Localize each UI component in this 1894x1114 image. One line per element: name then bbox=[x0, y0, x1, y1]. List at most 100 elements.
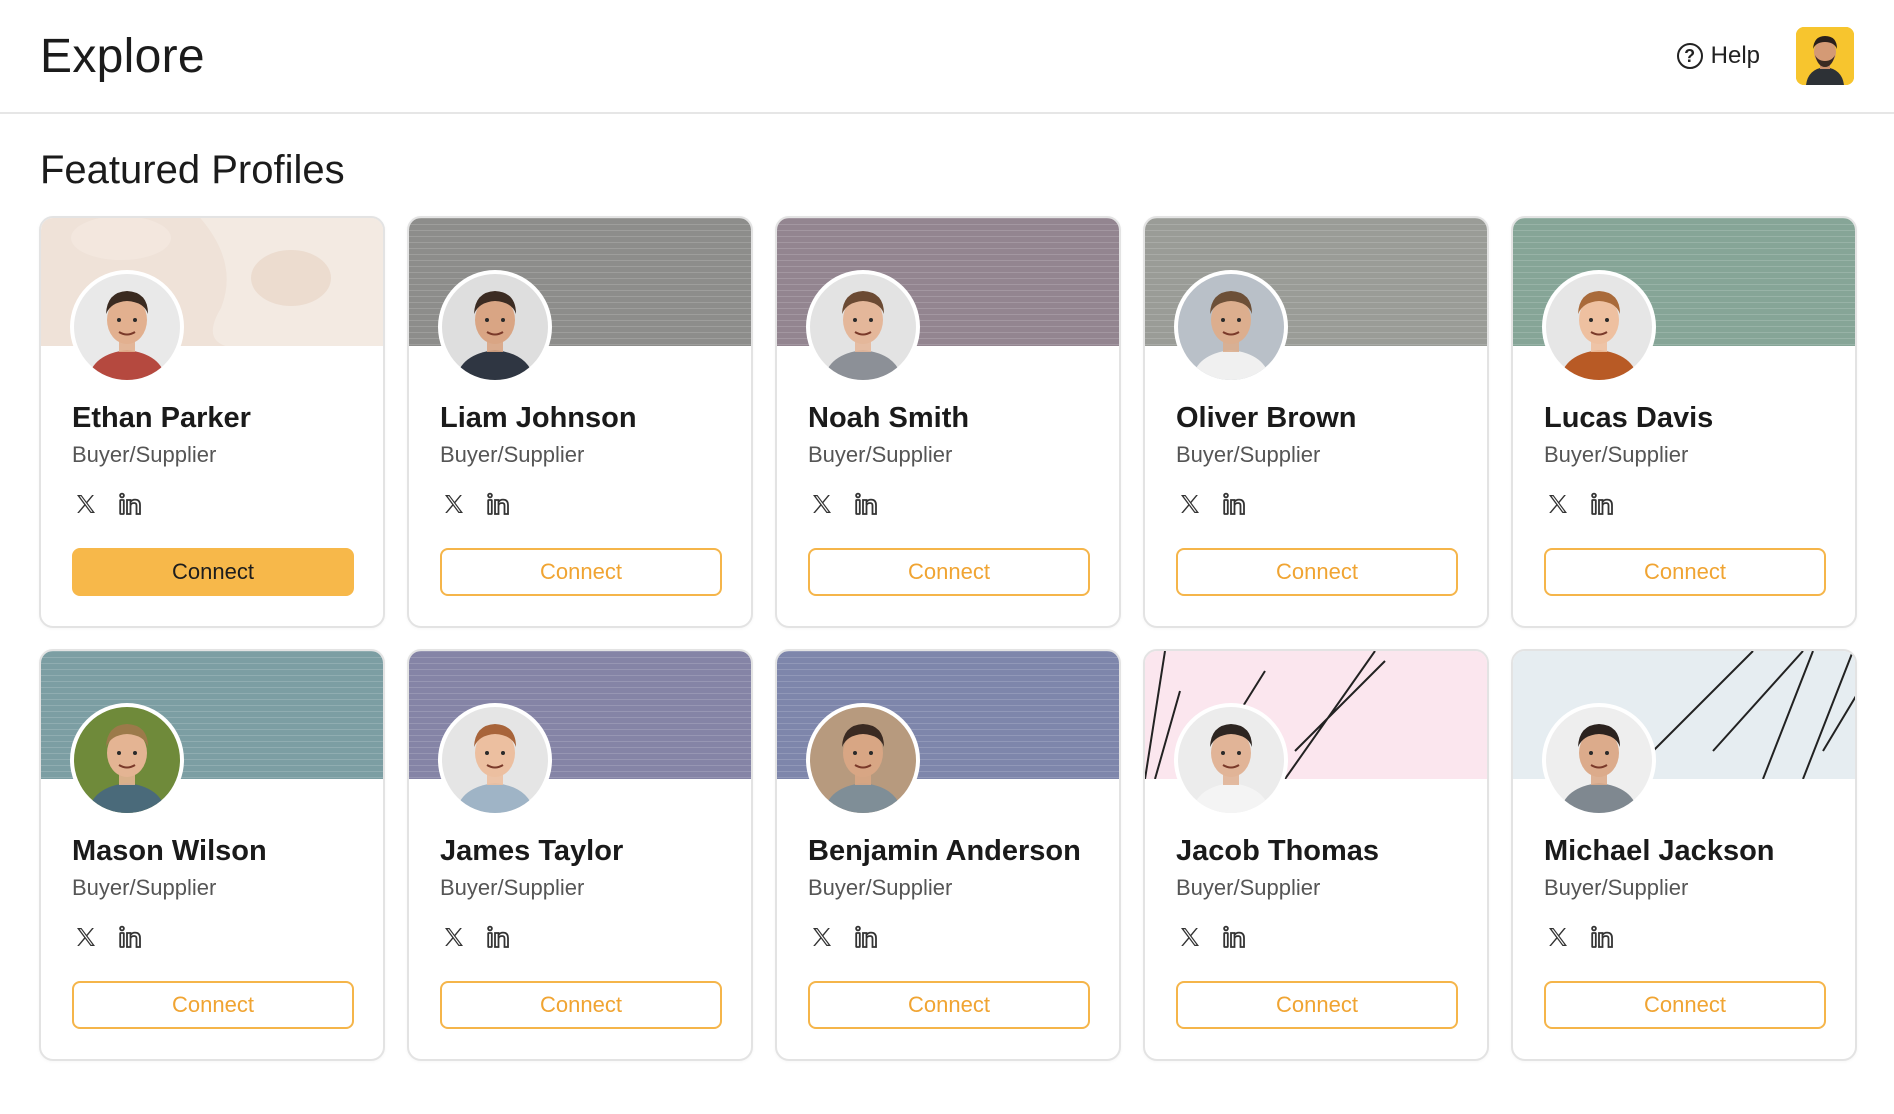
user-avatar[interactable] bbox=[1796, 27, 1854, 85]
x-logo-icon[interactable] bbox=[72, 490, 100, 518]
help-button[interactable]: ? Help bbox=[1676, 42, 1760, 70]
linkedin-icon[interactable] bbox=[852, 923, 880, 951]
connect-button[interactable]: Connect bbox=[1544, 981, 1826, 1029]
avatar-portrait bbox=[74, 707, 180, 813]
help-label: Help bbox=[1710, 42, 1760, 69]
social-links bbox=[1176, 490, 1248, 518]
social-links bbox=[808, 923, 880, 951]
profile-name[interactable]: Noah Smith bbox=[808, 402, 969, 435]
connect-button[interactable]: Connect bbox=[1176, 981, 1458, 1029]
x-logo-icon[interactable] bbox=[808, 923, 836, 951]
avatar-portrait bbox=[810, 274, 916, 380]
profile-role: Buyer/Supplier bbox=[440, 875, 585, 900]
x-logo-icon[interactable] bbox=[1176, 923, 1204, 951]
profile-role: Buyer/Supplier bbox=[72, 442, 217, 467]
profile-avatar[interactable] bbox=[1542, 270, 1656, 384]
connect-button[interactable]: Connect bbox=[72, 981, 354, 1029]
avatar-portrait bbox=[1546, 274, 1652, 380]
question-circle-icon: ? bbox=[1676, 43, 1703, 69]
profile-name[interactable]: Benjamin Anderson bbox=[808, 835, 1081, 868]
linkedin-icon[interactable] bbox=[1588, 490, 1616, 518]
connect-button[interactable]: Connect bbox=[808, 548, 1090, 596]
profile-avatar[interactable] bbox=[438, 270, 552, 384]
social-links bbox=[1544, 923, 1616, 951]
linkedin-icon[interactable] bbox=[484, 490, 512, 518]
profile-card: Noah Smith Buyer/Supplier Connect bbox=[775, 216, 1121, 628]
profile-card: Lucas Davis Buyer/Supplier Connect bbox=[1511, 216, 1857, 628]
profile-avatar[interactable] bbox=[1542, 703, 1656, 817]
avatar-portrait bbox=[442, 274, 548, 380]
top-bar: Explore ? Help bbox=[0, 0, 1894, 114]
avatar-portrait bbox=[1178, 707, 1284, 813]
profile-card: Liam Johnson Buyer/Supplier Connect bbox=[407, 216, 753, 628]
profile-name[interactable]: Ethan Parker bbox=[72, 402, 251, 435]
profile-name[interactable]: Michael Jackson bbox=[1544, 835, 1775, 868]
section-title: Featured Profiles bbox=[40, 148, 345, 192]
x-logo-icon[interactable] bbox=[1544, 923, 1572, 951]
avatar-portrait bbox=[442, 707, 548, 813]
connect-button[interactable]: Connect bbox=[440, 548, 722, 596]
profile-card: Ethan Parker Buyer/Supplier Connect bbox=[39, 216, 385, 628]
x-logo-icon[interactable] bbox=[440, 923, 468, 951]
connect-button[interactable]: Connect bbox=[808, 981, 1090, 1029]
x-logo-icon[interactable] bbox=[1176, 490, 1204, 518]
profile-card: Mason Wilson Buyer/Supplier Connect bbox=[39, 649, 385, 1061]
profile-name[interactable]: Oliver Brown bbox=[1176, 402, 1357, 435]
profile-card: Oliver Brown Buyer/Supplier Connect bbox=[1143, 216, 1489, 628]
profile-card: Benjamin Anderson Buyer/Supplier Connect bbox=[775, 649, 1121, 1061]
profile-role: Buyer/Supplier bbox=[440, 442, 585, 467]
profile-avatar[interactable] bbox=[438, 703, 552, 817]
linkedin-icon[interactable] bbox=[484, 923, 512, 951]
avatar-portrait bbox=[1546, 707, 1652, 813]
social-links bbox=[72, 923, 144, 951]
profile-name[interactable]: Lucas Davis bbox=[1544, 402, 1713, 435]
profile-avatar[interactable] bbox=[1174, 270, 1288, 384]
profile-role: Buyer/Supplier bbox=[1176, 442, 1321, 467]
profile-avatar[interactable] bbox=[806, 270, 920, 384]
profile-avatar[interactable] bbox=[70, 270, 184, 384]
profile-role: Buyer/Supplier bbox=[1544, 875, 1689, 900]
profile-role: Buyer/Supplier bbox=[1544, 442, 1689, 467]
top-right-actions: ? Help bbox=[1676, 27, 1854, 85]
avatar-portrait bbox=[74, 274, 180, 380]
profile-avatar[interactable] bbox=[806, 703, 920, 817]
profile-role: Buyer/Supplier bbox=[72, 875, 217, 900]
social-links bbox=[440, 490, 512, 518]
profile-avatar[interactable] bbox=[70, 703, 184, 817]
profile-name[interactable]: Jacob Thomas bbox=[1176, 835, 1379, 868]
profile-name[interactable]: Liam Johnson bbox=[440, 402, 637, 435]
user-avatar-image bbox=[1796, 27, 1854, 85]
profile-grid: Ethan Parker Buyer/Supplier Connect Liam… bbox=[39, 216, 1857, 1061]
connect-button[interactable]: Connect bbox=[440, 981, 722, 1029]
profile-role: Buyer/Supplier bbox=[808, 442, 953, 467]
profile-role: Buyer/Supplier bbox=[808, 875, 953, 900]
x-logo-icon[interactable] bbox=[808, 490, 836, 518]
profile-card: Jacob Thomas Buyer/Supplier Connect bbox=[1143, 649, 1489, 1061]
x-logo-icon[interactable] bbox=[1544, 490, 1572, 518]
linkedin-icon[interactable] bbox=[116, 923, 144, 951]
connect-button[interactable]: Connect bbox=[72, 548, 354, 596]
avatar-portrait bbox=[1178, 274, 1284, 380]
social-links bbox=[808, 490, 880, 518]
linkedin-icon[interactable] bbox=[116, 490, 144, 518]
social-links bbox=[1544, 490, 1616, 518]
profile-card: Michael Jackson Buyer/Supplier Connect bbox=[1511, 649, 1857, 1061]
social-links bbox=[72, 490, 144, 518]
profile-name[interactable]: Mason Wilson bbox=[72, 835, 267, 868]
profile-avatar[interactable] bbox=[1174, 703, 1288, 817]
profile-role: Buyer/Supplier bbox=[1176, 875, 1321, 900]
connect-button[interactable]: Connect bbox=[1544, 548, 1826, 596]
profile-name[interactable]: James Taylor bbox=[440, 835, 623, 868]
avatar-portrait bbox=[810, 707, 916, 813]
linkedin-icon[interactable] bbox=[852, 490, 880, 518]
connect-button[interactable]: Connect bbox=[1176, 548, 1458, 596]
linkedin-icon[interactable] bbox=[1588, 923, 1616, 951]
linkedin-icon[interactable] bbox=[1220, 923, 1248, 951]
social-links bbox=[440, 923, 512, 951]
x-logo-icon[interactable] bbox=[440, 490, 468, 518]
page-title: Explore bbox=[40, 29, 205, 83]
social-links bbox=[1176, 923, 1248, 951]
profile-card: James Taylor Buyer/Supplier Connect bbox=[407, 649, 753, 1061]
x-logo-icon[interactable] bbox=[72, 923, 100, 951]
linkedin-icon[interactable] bbox=[1220, 490, 1248, 518]
